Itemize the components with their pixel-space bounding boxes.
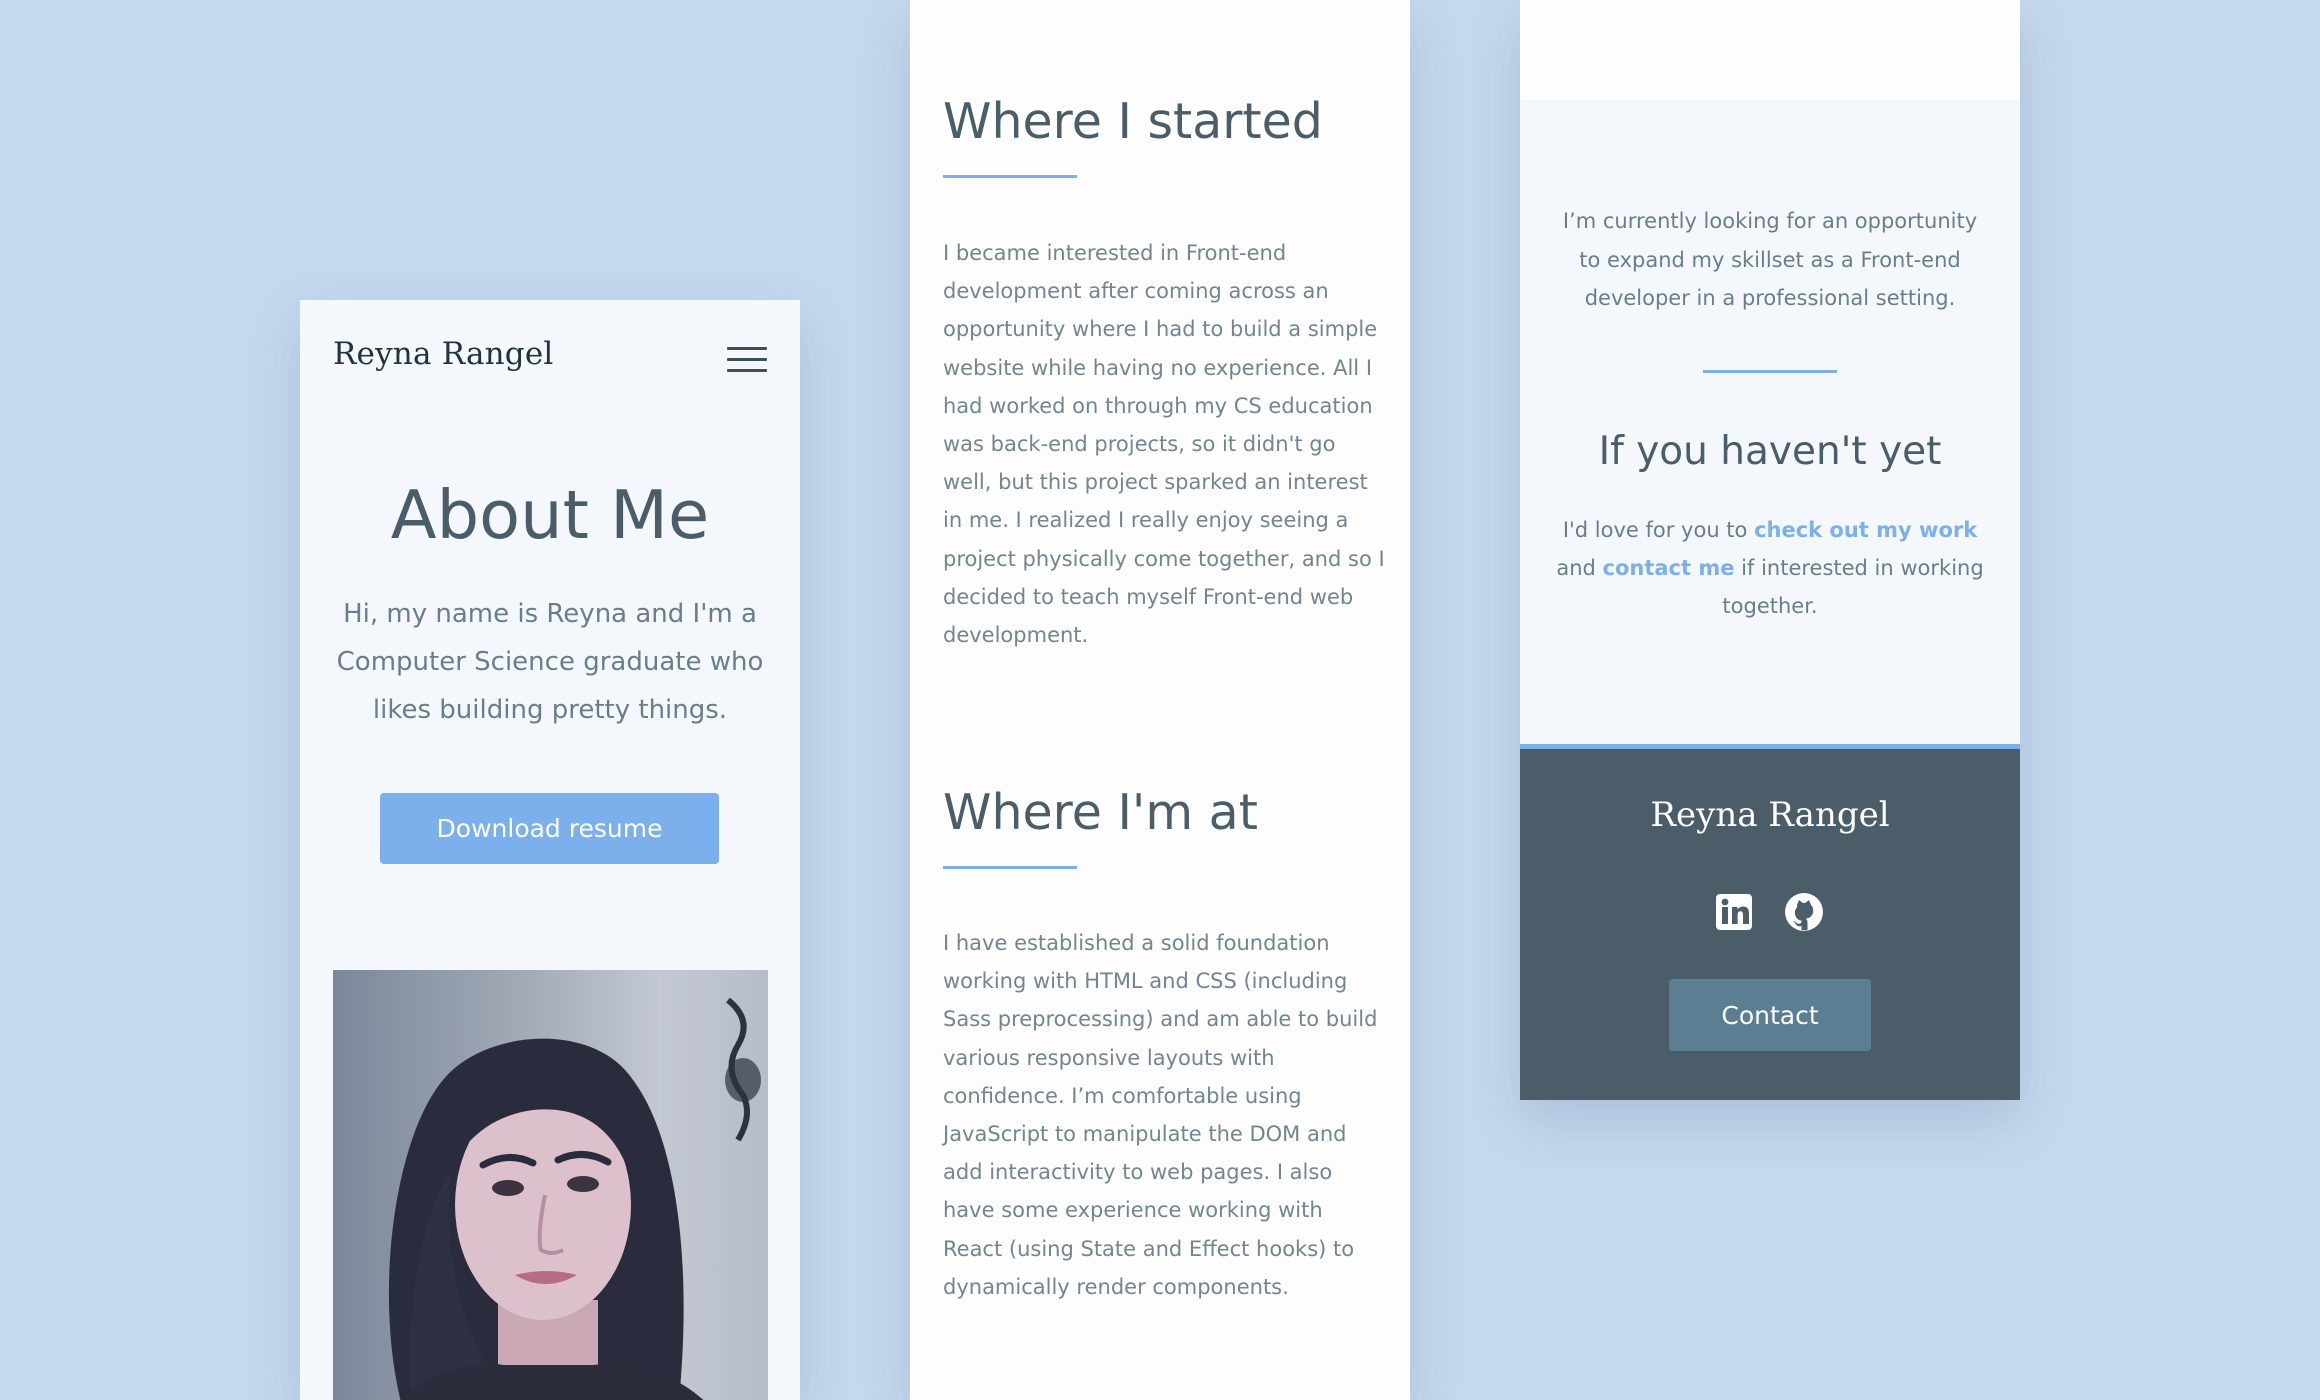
page-title: About Me	[390, 476, 710, 554]
profile-photo	[333, 970, 768, 1400]
contact-panel: I’m currently looking for an opportunity…	[1520, 0, 2020, 1100]
cta-text-middle: and	[1556, 556, 1603, 580]
cta-text-after: if interested in working together.	[1722, 556, 1984, 618]
intro-text: Hi, my name is Reyna and I'm a Computer …	[336, 599, 764, 725]
where-im-at-heading: Where I'm at	[943, 784, 1258, 841]
footer-brand[interactable]: Reyna Rangel	[1520, 795, 2020, 835]
where-i-started-heading: Where I started	[943, 93, 1323, 150]
site-footer: Reyna Rangel Contact	[1520, 744, 2020, 1100]
background-panel: Where I started I became interested in F…	[910, 0, 1410, 1400]
hamburger-bar	[727, 347, 767, 350]
about-me-panel: Reyna Rangel About Me Hi, my name is Rey…	[300, 300, 800, 1400]
download-resume-button[interactable]: Download resume	[380, 793, 719, 864]
heading-underline	[943, 866, 1077, 869]
contact-button[interactable]: Contact	[1669, 979, 1871, 1051]
portrait-illustration	[388, 997, 761, 1400]
hamburger-bar	[727, 369, 767, 372]
if-you-havent-yet-heading: If you haven't yet	[1598, 429, 1942, 474]
contact-me-link[interactable]: contact me	[1603, 556, 1735, 580]
where-i-started-text: I became interested in Front-end develop…	[943, 241, 1385, 648]
check-out-my-work-link[interactable]: check out my work	[1754, 518, 1977, 542]
cta-paragraph: I'd love for you to check out my work an…	[1545, 511, 1995, 625]
linkedin-icon[interactable]	[1714, 892, 1754, 932]
where-im-at-text: I have established a solid foundation wo…	[943, 931, 1378, 1299]
cta-text-before: I'd love for you to	[1562, 518, 1755, 542]
heading-underline	[943, 175, 1077, 178]
cta-section	[1520, 100, 2020, 744]
brand-logo[interactable]: Reyna Rangel	[333, 336, 554, 372]
hamburger-menu-icon[interactable]	[727, 347, 767, 373]
hamburger-bar	[727, 358, 767, 361]
top-strip	[1520, 0, 2020, 100]
section-divider	[1703, 370, 1837, 373]
looking-for-opportunity-text: I’m currently looking for an opportunity…	[1562, 209, 1978, 310]
github-icon[interactable]	[1784, 892, 1824, 932]
